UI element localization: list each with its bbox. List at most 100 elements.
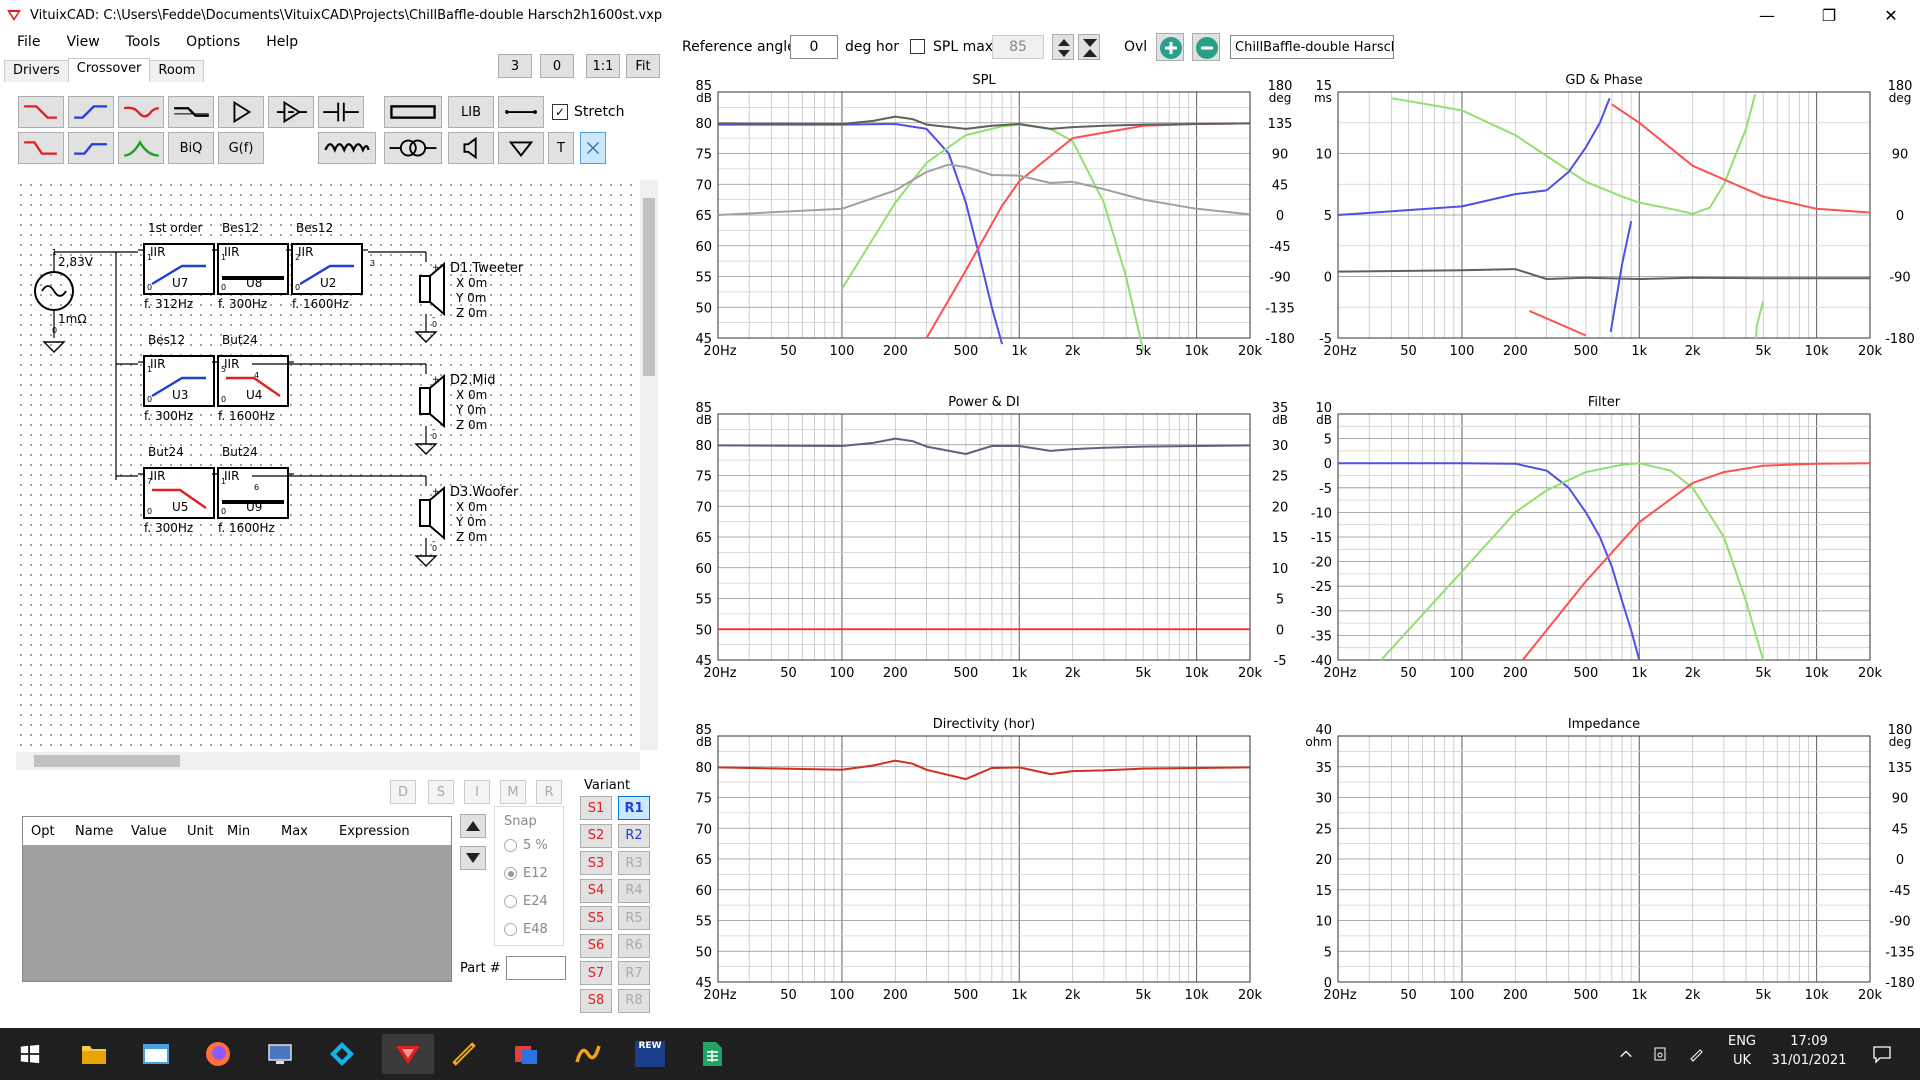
- x-tick-label: 1k: [1631, 666, 1647, 681]
- app-window-icon[interactable]: [136, 1034, 176, 1074]
- variant-s1-button[interactable]: S1: [580, 796, 612, 820]
- variant-r8-button[interactable]: R8: [618, 988, 650, 1013]
- menu-options[interactable]: Options: [177, 34, 249, 50]
- y2-tick-label: 0: [1276, 623, 1284, 638]
- amplifier-icon[interactable]: [218, 96, 264, 128]
- pen-icon[interactable]: [1684, 1034, 1708, 1074]
- audio-icon[interactable]: [568, 1034, 608, 1074]
- variant-s8-button[interactable]: S8: [580, 988, 612, 1013]
- nav-s-button[interactable]: S: [428, 780, 454, 804]
- reference-angle-input[interactable]: 0: [790, 35, 838, 59]
- menu-help[interactable]: Help: [257, 34, 307, 50]
- snap-e12-label: E12: [523, 866, 548, 881]
- move-down-button[interactable]: [460, 846, 486, 870]
- zoom-fit-button[interactable]: Fit: [626, 54, 660, 78]
- remote-desktop-icon[interactable]: [260, 1034, 300, 1074]
- variant-r7-button[interactable]: R7: [618, 961, 650, 985]
- variant-s5-button[interactable]: S5: [580, 906, 612, 930]
- menu-file[interactable]: File: [8, 34, 49, 50]
- device-icon[interactable]: [1648, 1034, 1672, 1074]
- variant-r5-button[interactable]: R5: [618, 906, 650, 930]
- schematic-vertical-scrollbar[interactable]: [640, 180, 658, 750]
- highpass-blue-2-icon[interactable]: [68, 132, 114, 164]
- windows-start-icon[interactable]: [10, 1034, 50, 1074]
- restore-button[interactable]: ❐: [1806, 0, 1852, 30]
- variant-s4-button[interactable]: S4: [580, 878, 612, 903]
- tool-icon[interactable]: [444, 1034, 484, 1074]
- wire-icon[interactable]: [498, 96, 544, 128]
- nav-i-button[interactable]: I: [464, 780, 490, 804]
- spl-max-input[interactable]: 85: [992, 35, 1044, 59]
- buffer-icon[interactable]: [268, 96, 314, 128]
- vituixcad-icon[interactable]: [382, 1034, 434, 1074]
- lowpass-red-2-icon[interactable]: [18, 132, 64, 164]
- part-number-input[interactable]: [506, 956, 566, 980]
- variant-s3-button[interactable]: S3: [580, 851, 612, 875]
- y2-tick-label: 135: [1888, 761, 1913, 776]
- driver-icon[interactable]: [448, 132, 494, 164]
- nav-r-button[interactable]: R: [536, 780, 562, 804]
- variant-r2-button[interactable]: R2: [618, 823, 650, 848]
- stretch-checkbox[interactable]: ✓: [552, 104, 568, 120]
- spreadsheet-icon[interactable]: [692, 1034, 732, 1074]
- tab-room[interactable]: Room: [149, 60, 205, 82]
- snap-e24-radio[interactable]: E24: [504, 894, 548, 909]
- zoom-1to1-button[interactable]: 1:1: [586, 54, 620, 78]
- nav-m-button[interactable]: M: [500, 780, 526, 804]
- text-tool-button[interactable]: T: [548, 132, 574, 164]
- variant-r6-button[interactable]: R6: [618, 933, 650, 958]
- minimize-button[interactable]: —: [1744, 0, 1790, 30]
- lowpass-red-icon[interactable]: [18, 96, 64, 128]
- parameter-table[interactable]: Opt Name Value Unit Min Max Expression: [22, 816, 452, 982]
- rew-icon[interactable]: REW: [630, 1034, 670, 1074]
- variant-r3-button[interactable]: R3: [618, 851, 650, 875]
- spl-max-checkbox[interactable]: [910, 39, 925, 54]
- biquad-button[interactable]: BiQ: [168, 132, 214, 164]
- transformer-icon[interactable]: [384, 132, 442, 164]
- snap-5pct-radio[interactable]: 5 %: [504, 838, 548, 853]
- schematic-horizontal-scrollbar[interactable]: [16, 752, 640, 770]
- snap-e48-radio[interactable]: E48: [504, 922, 548, 937]
- library-button[interactable]: LIB: [448, 96, 494, 128]
- spl-max-spinner-icon[interactable]: [1052, 34, 1074, 60]
- menu-tools[interactable]: Tools: [117, 34, 170, 50]
- clock[interactable]: 17:09 31/01/2021: [1764, 1034, 1854, 1068]
- highpass-blue-icon[interactable]: [68, 96, 114, 128]
- spl-max-reset-icon[interactable]: [1078, 34, 1100, 60]
- variant-s2-button[interactable]: S2: [580, 823, 612, 848]
- firefox-icon[interactable]: [198, 1034, 238, 1074]
- paint-icon[interactable]: [506, 1034, 546, 1074]
- variant-s6-button[interactable]: S6: [580, 933, 612, 958]
- resistor-icon[interactable]: [384, 96, 442, 128]
- show-hidden-icons-icon[interactable]: [1614, 1034, 1638, 1074]
- move-up-button[interactable]: [460, 814, 486, 838]
- snap-e48-label: E48: [523, 922, 548, 937]
- menu-view[interactable]: View: [57, 34, 108, 50]
- language-indicator[interactable]: ENG UK: [1722, 1034, 1762, 1068]
- tab-crossover[interactable]: Crossover: [67, 58, 151, 80]
- inductor-icon[interactable]: [318, 132, 376, 164]
- nav-d-button[interactable]: D: [390, 780, 416, 804]
- grid-size-button[interactable]: 3: [498, 54, 532, 78]
- transfer-function-button[interactable]: G(f): [218, 132, 264, 164]
- shelf-black-icon[interactable]: [168, 96, 214, 128]
- bandpass-green-icon[interactable]: [118, 132, 164, 164]
- capacitor-icon[interactable]: [318, 96, 364, 128]
- delete-tool-icon[interactable]: [580, 132, 606, 164]
- close-button[interactable]: ✕: [1868, 0, 1914, 30]
- kodi-icon[interactable]: [322, 1034, 362, 1074]
- notifications-icon[interactable]: [1862, 1034, 1902, 1074]
- overlay-add-icon[interactable]: [1156, 33, 1184, 61]
- peaking-red-icon[interactable]: [118, 96, 164, 128]
- overlay-remove-icon[interactable]: [1192, 33, 1220, 61]
- offset-button[interactable]: 0: [540, 54, 574, 78]
- overlay-name-field[interactable]: ChillBaffle-double Harsch2: [1230, 35, 1394, 59]
- variant-r1-button[interactable]: R1: [618, 796, 650, 820]
- variant-r4-button[interactable]: R4: [618, 878, 650, 903]
- variant-s7-button[interactable]: S7: [580, 961, 612, 985]
- ground-icon[interactable]: [498, 132, 544, 164]
- snap-e12-radio[interactable]: E12: [504, 866, 548, 881]
- file-explorer-icon[interactable]: [74, 1034, 114, 1074]
- tab-drivers[interactable]: Drivers: [4, 60, 69, 82]
- schematic-canvas[interactable]: 2,83V 1mΩ 1 0 1st order IIR U7 1 0 f. 312Hz Bes12 I…: [16, 180, 644, 750]
